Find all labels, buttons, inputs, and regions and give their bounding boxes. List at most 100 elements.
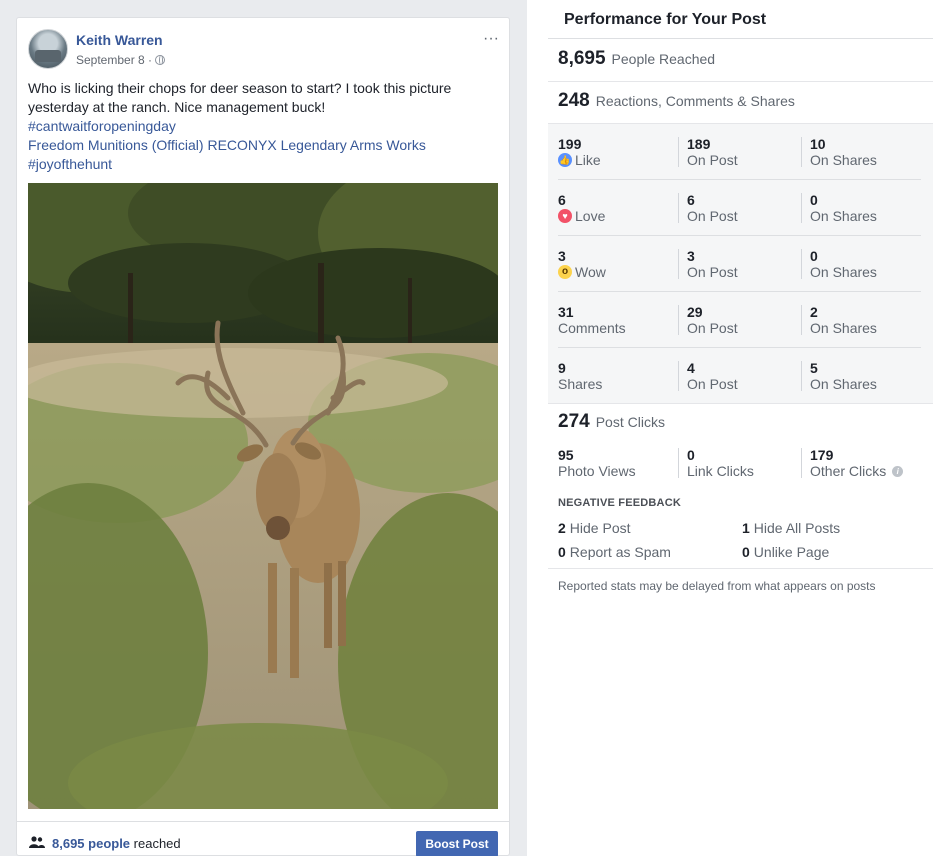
photo-views-label: Photo Views	[558, 463, 636, 479]
people-reached-link[interactable]: 8,695 people	[52, 836, 130, 851]
more-options-icon[interactable]: ···	[483, 31, 499, 47]
comments-label: Comments	[558, 320, 626, 336]
deer-photo	[28, 183, 498, 809]
on-post-label: On Post	[687, 320, 738, 336]
people-reached-summary: 8,695 people reached	[52, 836, 181, 851]
author-name[interactable]: Keith Warren	[76, 32, 163, 48]
post-footer: 8,695 people reached Boost Post	[17, 821, 509, 856]
on-shares-label: On Shares	[810, 208, 877, 224]
hide-all-posts-stat: 1 Hide All Posts	[742, 520, 840, 536]
on-shares-label: On Shares	[810, 376, 877, 392]
comments-on-post-number: 29	[687, 304, 703, 320]
wow-total-number: 3	[558, 248, 566, 264]
love-icon: ♥	[558, 209, 572, 223]
divider	[548, 568, 933, 569]
like-icon: 👍	[558, 153, 572, 167]
comments-on-shares: 2 On Shares	[801, 304, 877, 336]
boost-post-button[interactable]: Boost Post	[416, 831, 498, 856]
love-on-post-number: 6	[687, 192, 695, 208]
photo-views-number: 95	[558, 447, 574, 463]
love-on-shares: 0 On Shares	[801, 192, 877, 224]
post-clicks-number: 274	[558, 411, 590, 432]
comments-total: 31 Comments	[558, 304, 626, 344]
mentioned-pages[interactable]: Freedom Munitions (Official) RECONYX Leg…	[28, 136, 498, 155]
breakdown-row-wow: 3 o Wow 3 On Post 0 On Shares	[558, 236, 921, 292]
hide-all-posts-label: Hide All Posts	[753, 520, 841, 536]
on-post-label: On Post	[687, 264, 738, 280]
breakdown-row-shares: 9 Shares 4 On Post 5 On Shares	[558, 348, 921, 404]
like-on-shares-number: 10	[810, 136, 826, 152]
people-reached-label: People Reached	[611, 51, 716, 67]
unlike-page-number: 0	[742, 544, 750, 560]
breakdown-row-like: 199 👍 Like 189 On Post 10 On Shares	[558, 124, 921, 180]
divider	[548, 38, 933, 39]
wow-on-shares: 0 On Shares	[801, 248, 877, 280]
post-text: Who is licking their chops for deer seas…	[28, 79, 498, 174]
engagement-number: 248	[558, 90, 590, 111]
people-reached-number: 8,695	[558, 48, 606, 69]
wow-label: Wow	[575, 264, 606, 280]
link-clicks-number: 0	[687, 447, 695, 463]
people-reached-stat: 8,695 People Reached	[558, 48, 715, 70]
avatar[interactable]	[28, 29, 68, 69]
on-post-label: On Post	[687, 152, 738, 168]
engagement-stat: 248 Reactions, Comments & Shares	[558, 90, 795, 112]
other-clicks-number: 179	[810, 447, 834, 463]
comments-total-number: 31	[558, 304, 574, 320]
other-clicks: 179 Other Clicks i	[801, 447, 904, 479]
divider	[548, 81, 933, 82]
report-spam-stat: 0 Report as Spam	[558, 544, 671, 560]
shares-on-shares-number: 5	[810, 360, 818, 376]
hashtag-cantwaitforopeningday[interactable]: #cantwaitforopeningday	[28, 117, 498, 136]
report-spam-label: Report as Spam	[569, 544, 671, 560]
love-label: Love	[575, 208, 606, 224]
link-clicks-label: Link Clicks	[687, 463, 754, 479]
link-clicks: 0 Link Clicks	[678, 447, 754, 479]
wow-on-post: 3 On Post	[678, 248, 738, 280]
shares-total-number: 9	[558, 360, 566, 376]
shares-label: Shares	[558, 376, 603, 392]
post-card: Keith Warren September 8 · ··· Who is li…	[16, 17, 510, 856]
shares-total: 9 Shares	[558, 360, 602, 400]
hide-all-posts-number: 1	[742, 520, 750, 536]
love-total: 6 ♥ Love	[558, 192, 605, 232]
on-post-label: On Post	[687, 376, 738, 392]
on-shares-label: On Shares	[810, 264, 877, 280]
wow-on-post-number: 3	[687, 248, 695, 264]
shares-on-shares: 5 On Shares	[801, 360, 877, 392]
unlike-page-label: Unlike Page	[753, 544, 830, 560]
like-on-shares: 10 On Shares	[801, 136, 877, 168]
engagement-breakdown: 199 👍 Like 189 On Post 10 On Shares 6 ♥ Lo…	[548, 123, 933, 404]
post-photo[interactable]	[28, 183, 498, 809]
wow-icon: o	[558, 265, 572, 279]
globe-icon	[155, 55, 166, 65]
report-spam-number: 0	[558, 544, 566, 560]
love-on-post: 6 On Post	[678, 192, 738, 224]
negative-feedback-title: NEGATIVE FEEDBACK	[558, 497, 681, 509]
photo-views: 95 Photo Views	[558, 447, 636, 487]
hide-post-label: Hide Post	[569, 520, 631, 536]
hide-post-stat: 2 Hide Post	[558, 520, 631, 536]
post-date: September 8 ·	[76, 53, 166, 67]
love-on-shares-number: 0	[810, 192, 818, 208]
unlike-page-stat: 0 Unlike Page	[742, 544, 829, 560]
hide-post-number: 2	[558, 520, 566, 536]
panel-title: Performance for Your Post	[564, 11, 767, 28]
hashtag-joyofthehunt[interactable]: #joyofthehunt	[28, 155, 498, 174]
wow-total: 3 o Wow	[558, 248, 606, 288]
wow-on-shares-number: 0	[810, 248, 818, 264]
stats-footnote: Reported stats may be delayed from what …	[558, 579, 876, 593]
on-post-label: On Post	[687, 208, 738, 224]
post-date-text[interactable]: September 8 ·	[76, 53, 152, 67]
shares-on-post-number: 4	[687, 360, 695, 376]
like-total-number: 199	[558, 136, 582, 152]
shares-on-post: 4 On Post	[678, 360, 738, 392]
post-header: Keith Warren September 8 · ···	[28, 29, 499, 73]
info-icon[interactable]: i	[892, 465, 904, 477]
performance-panel: Performance for Your Post 8,695 People R…	[527, 0, 933, 856]
post-body: Who is licking their chops for deer seas…	[28, 80, 452, 115]
on-shares-label: On Shares	[810, 152, 877, 168]
engagement-label: Reactions, Comments & Shares	[595, 93, 795, 109]
post-clicks-label: Post Clicks	[595, 414, 665, 430]
comments-on-shares-number: 2	[810, 304, 818, 320]
